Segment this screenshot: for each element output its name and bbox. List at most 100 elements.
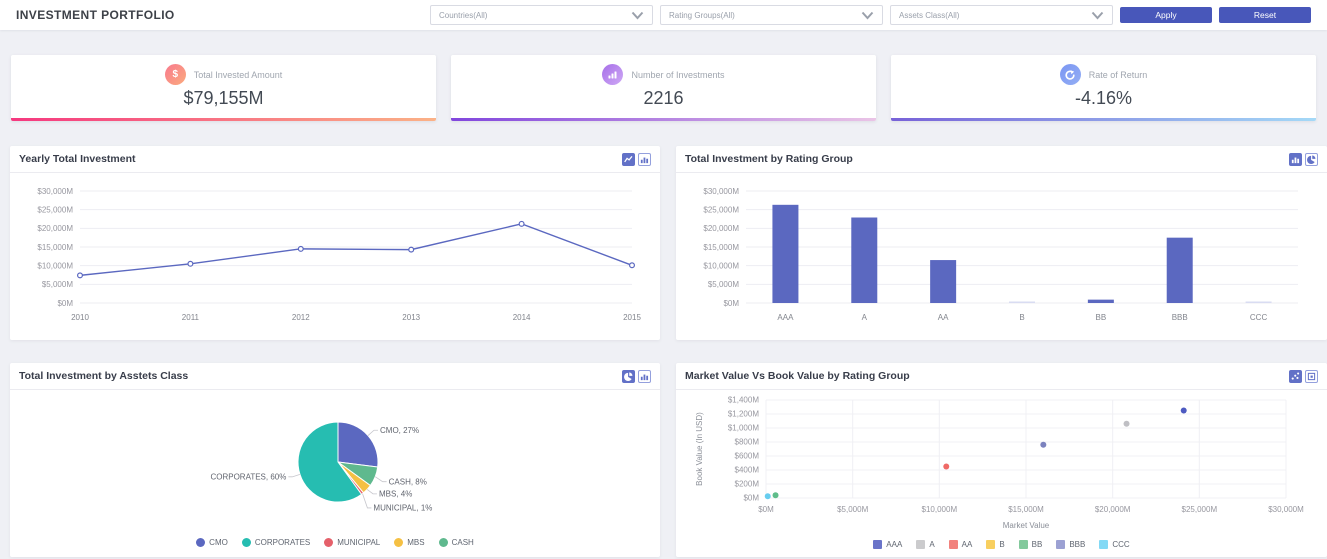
legend-swatch: [394, 538, 403, 547]
scatter-point-AA: [943, 464, 949, 470]
svg-text:$0M: $0M: [723, 299, 739, 308]
svg-text:$0M: $0M: [758, 505, 774, 514]
svg-text:$15,000M: $15,000M: [703, 243, 739, 252]
pie-chart-icon[interactable]: [622, 370, 635, 383]
svg-text:CCC: CCC: [1250, 313, 1268, 322]
svg-text:2010: 2010: [71, 313, 89, 322]
chart-toolbar: [1289, 370, 1318, 383]
panel-yearly-total-investment: Yearly Total Investment $0M$5,000M$10,00…: [10, 146, 660, 340]
bar-chart-icon[interactable]: [1289, 153, 1302, 166]
svg-text:$5,000M: $5,000M: [708, 280, 739, 289]
svg-text:2014: 2014: [513, 313, 531, 322]
return-arrow-icon: [1060, 64, 1081, 85]
svg-text:$1,400M: $1,400M: [728, 396, 759, 405]
scatter-point-A: [1124, 421, 1130, 427]
svg-text:Market Value: Market Value: [1003, 521, 1050, 530]
pie-chart-icon[interactable]: [1305, 153, 1318, 166]
assets-class-filter-dropdown[interactable]: Assets Class(All): [890, 5, 1113, 25]
kpi-number-of-investments: Number of Investments 2216: [451, 55, 876, 121]
yearly-total-investment-line-chart: $0M$5,000M$10,000M$15,000M$20,000M$25,00…: [20, 177, 645, 332]
bar-chart-icon[interactable]: [638, 153, 651, 166]
kpi-row: $ Total Invested Amount $79,155M Number …: [11, 55, 1316, 121]
svg-text:2011: 2011: [182, 313, 200, 322]
svg-text:B: B: [1019, 313, 1024, 322]
legend-item-A[interactable]: A: [916, 540, 934, 549]
svg-text:$30,000M: $30,000M: [703, 187, 739, 196]
legend-item-CASH[interactable]: CASH: [439, 538, 474, 547]
svg-text:MBS, 4%: MBS, 4%: [379, 490, 412, 499]
svg-text:$10,000M: $10,000M: [922, 505, 958, 514]
svg-text:$10,000M: $10,000M: [703, 261, 739, 270]
svg-text:BB: BB: [1096, 313, 1107, 322]
legend-item-MBS[interactable]: MBS: [394, 538, 424, 547]
assets-class-pie-chart: CMO, 27%CASH, 8%MBS, 4%MUNICIPAL, 1%CORP…: [20, 394, 645, 532]
svg-text:$400M: $400M: [735, 466, 760, 475]
svg-text:$1,000M: $1,000M: [728, 424, 759, 433]
pie-chart-legend: CMO CORPORATES MUNICIPAL MBS CASH: [20, 538, 650, 547]
bar-chart-icon[interactable]: [638, 370, 651, 383]
top-bar: INVESTMENT PORTFOLIO Countries(All) Rati…: [0, 0, 1327, 30]
svg-text:$25,000M: $25,000M: [37, 205, 73, 214]
legend-item-B[interactable]: B: [986, 540, 1004, 549]
legend-item-CMO[interactable]: CMO: [196, 538, 228, 547]
chart-toolbar: [622, 153, 651, 166]
legend-item-CCC[interactable]: CCC: [1099, 540, 1129, 549]
bar-chart-icon: [602, 64, 623, 85]
legend-label: B: [999, 540, 1004, 549]
box-icon[interactable]: [1305, 370, 1318, 383]
svg-text:$25,000M: $25,000M: [703, 205, 739, 214]
scatter-point-BBB: [1040, 442, 1046, 448]
legend-swatch: [949, 540, 958, 549]
legend-label: MUNICIPAL: [337, 538, 380, 547]
legend-label: AA: [962, 540, 973, 549]
legend-label: CCC: [1112, 540, 1129, 549]
svg-text:$5,000M: $5,000M: [837, 505, 868, 514]
legend-label: BB: [1032, 540, 1043, 549]
chart-toolbar: [1289, 153, 1318, 166]
svg-text:Book Value (In USD): Book Value (In USD): [695, 412, 704, 486]
svg-text:2012: 2012: [292, 313, 310, 322]
svg-text:CMO, 27%: CMO, 27%: [380, 426, 419, 435]
legend-swatch: [1056, 540, 1065, 549]
page-title: INVESTMENT PORTFOLIO: [16, 8, 175, 22]
legend-swatch: [986, 540, 995, 549]
legend-item-AA[interactable]: AA: [949, 540, 973, 549]
svg-text:$30,000M: $30,000M: [1268, 505, 1304, 514]
legend-item-MUNICIPAL[interactable]: MUNICIPAL: [324, 538, 380, 547]
legend-label: CORPORATES: [255, 538, 310, 547]
svg-text:A: A: [862, 313, 868, 322]
scatter-chart-legend: AAAAAABBBBBBCCC: [686, 540, 1317, 549]
svg-text:$10,000M: $10,000M: [37, 261, 73, 270]
legend-swatch: [324, 538, 333, 547]
rating-groups-filter-value: Rating Groups(All): [669, 11, 861, 20]
kpi-accent-bar: [451, 118, 876, 121]
apply-button[interactable]: Apply: [1120, 7, 1212, 23]
svg-text:MUNICIPAL, 1%: MUNICIPAL, 1%: [373, 504, 432, 513]
kpi-accent-bar: [11, 118, 436, 121]
chevron-down-icon: [1091, 11, 1104, 20]
chevron-down-icon: [861, 11, 874, 20]
legend-swatch: [916, 540, 925, 549]
chart-toolbar: [622, 370, 651, 383]
kpi-label: Rate of Return: [1089, 70, 1148, 80]
kpi-value: -4.16%: [1075, 88, 1132, 109]
legend-item-BBB[interactable]: BBB: [1056, 540, 1085, 549]
kpi-total-invested-amount: $ Total Invested Amount $79,155M: [11, 55, 436, 121]
kpi-label: Total Invested Amount: [194, 70, 283, 80]
countries-filter-dropdown[interactable]: Countries(All): [430, 5, 653, 25]
legend-label: CASH: [452, 538, 474, 547]
rating-groups-filter-dropdown[interactable]: Rating Groups(All): [660, 5, 883, 25]
legend-item-AAA[interactable]: AAA: [873, 540, 902, 549]
svg-text:$800M: $800M: [735, 438, 760, 447]
kpi-label: Number of Investments: [631, 70, 724, 80]
charts-grid: Yearly Total Investment $0M$5,000M$10,00…: [10, 146, 1317, 557]
chart-title: Total Investment by Rating Group: [685, 153, 1289, 165]
svg-text:CORPORATES, 60%: CORPORATES, 60%: [210, 473, 286, 482]
legend-item-CORPORATES[interactable]: CORPORATES: [242, 538, 310, 547]
reset-button[interactable]: Reset: [1219, 7, 1311, 23]
line-chart-icon[interactable]: [622, 153, 635, 166]
legend-item-BB[interactable]: BB: [1019, 540, 1043, 549]
scatter-chart-icon[interactable]: [1289, 370, 1302, 383]
chevron-down-icon: [631, 11, 644, 20]
svg-text:$15,000M: $15,000M: [1008, 505, 1044, 514]
